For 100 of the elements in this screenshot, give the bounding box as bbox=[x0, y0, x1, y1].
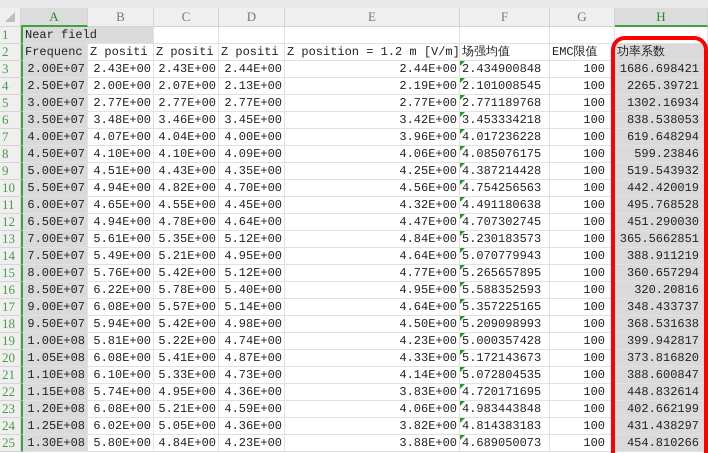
table-cell: 5.50E+07 bbox=[21, 180, 88, 197]
table-cell: 5.35E+00 bbox=[154, 231, 219, 248]
column-header[interactable]: C bbox=[154, 8, 219, 27]
row-header[interactable]: 11 bbox=[0, 197, 21, 214]
table-cell: 4.64E+00 bbox=[285, 299, 460, 316]
table-cell: 5.070779943 bbox=[460, 248, 550, 265]
table-cell: 4.720171695 bbox=[460, 384, 550, 401]
column-header[interactable]: B bbox=[88, 8, 154, 27]
row-header[interactable]: 8 bbox=[0, 146, 21, 163]
row-header[interactable]: 13 bbox=[0, 231, 21, 248]
row-header[interactable]: 20 bbox=[0, 350, 21, 367]
row-header[interactable]: 21 bbox=[0, 367, 21, 384]
row-header[interactable]: 6 bbox=[0, 112, 21, 129]
table-cell: 3.00E+07 bbox=[21, 95, 88, 112]
table-cell: 1.05E+08 bbox=[21, 350, 88, 367]
row-header[interactable]: 24 bbox=[0, 418, 21, 435]
row-header[interactable]: 2 bbox=[0, 44, 21, 61]
column-header[interactable]: A bbox=[21, 8, 88, 27]
table-cell: 4.689050073 bbox=[460, 435, 550, 452]
table-cell: 6.10E+00 bbox=[88, 367, 154, 384]
column-header[interactable]: H bbox=[615, 8, 708, 27]
table-cell: 4.23E+00 bbox=[285, 333, 460, 350]
row-header[interactable]: 3 bbox=[0, 61, 21, 78]
table-cell: 5.76E+00 bbox=[88, 265, 154, 282]
table-cell: 5.265657895 bbox=[460, 265, 550, 282]
table-cell: 4.94E+00 bbox=[88, 180, 154, 197]
row-header[interactable]: 14 bbox=[0, 248, 21, 265]
row-header[interactable]: 19 bbox=[0, 333, 21, 350]
row-header[interactable]: 16 bbox=[0, 282, 21, 299]
table-cell: 5.78E+00 bbox=[154, 282, 219, 299]
table-cell: 2.43E+00 bbox=[154, 61, 219, 78]
table-cell: 4.35E+00 bbox=[219, 163, 285, 180]
table-cell: 3.88E+00 bbox=[285, 435, 460, 452]
select-all-button[interactable] bbox=[0, 8, 21, 27]
table-cell: 6.22E+00 bbox=[88, 282, 154, 299]
column-header[interactable]: F bbox=[460, 8, 550, 27]
table-cell: 3.82E+00 bbox=[285, 418, 460, 435]
table-cell: 3.83E+00 bbox=[285, 384, 460, 401]
column-header[interactable]: G bbox=[550, 8, 615, 27]
row-header[interactable]: 5 bbox=[0, 95, 21, 112]
table-cell: 2.13E+00 bbox=[219, 78, 285, 95]
column-header[interactable]: D bbox=[219, 8, 285, 27]
table-cell: 4.55E+00 bbox=[154, 197, 219, 214]
table-cell: 5.40E+00 bbox=[219, 282, 285, 299]
empty-cell bbox=[219, 27, 285, 44]
table-cell: 2.77E+00 bbox=[88, 95, 154, 112]
table-cell: 9.00E+07 bbox=[21, 299, 88, 316]
row-header[interactable]: 15 bbox=[0, 265, 21, 282]
table-cell: 4.50E+00 bbox=[285, 316, 460, 333]
column-title-cell: Z positi bbox=[154, 44, 219, 61]
table-cell: 5.05E+00 bbox=[154, 418, 219, 435]
table-cell: 4.56E+00 bbox=[285, 180, 460, 197]
table-cell: 4.95E+00 bbox=[219, 248, 285, 265]
table-cell: 2.00E+00 bbox=[88, 78, 154, 95]
table-cell: 4.77E+00 bbox=[285, 265, 460, 282]
table-cell: 2.07E+00 bbox=[154, 78, 219, 95]
table-cell: 2.434900848 bbox=[460, 61, 550, 78]
table-cell: 1.15E+08 bbox=[21, 384, 88, 401]
row-header[interactable]: 4 bbox=[0, 78, 21, 95]
column-title-cell: 场强均值 bbox=[460, 44, 550, 61]
table-cell: 4.47E+00 bbox=[285, 214, 460, 231]
table-cell: 4.07E+00 bbox=[88, 129, 154, 146]
table-cell: 4.983443848 bbox=[460, 401, 550, 418]
table-cell: 1.20E+08 bbox=[21, 401, 88, 418]
table-cell: 4.085076175 bbox=[460, 146, 550, 163]
table-cell: 4.74E+00 bbox=[219, 333, 285, 350]
table-cell: 2.50E+07 bbox=[21, 78, 88, 95]
table-cell: 8.50E+07 bbox=[21, 282, 88, 299]
table-cell: 4.00E+07 bbox=[21, 129, 88, 146]
table-cell: 6.08E+00 bbox=[88, 299, 154, 316]
row-header[interactable]: 12 bbox=[0, 214, 21, 231]
table-cell: 4.84E+00 bbox=[154, 435, 219, 452]
table-cell: 3.45E+00 bbox=[219, 112, 285, 129]
table-cell: 4.387214428 bbox=[460, 163, 550, 180]
table-cell: 4.59E+00 bbox=[219, 401, 285, 418]
table-cell: 5.14E+00 bbox=[219, 299, 285, 316]
table-cell: 4.95E+00 bbox=[154, 384, 219, 401]
column-title-cell: Z position = 1.2 m [V/m] bbox=[285, 44, 460, 61]
table-cell: 4.64E+00 bbox=[219, 214, 285, 231]
row-header[interactable]: 18 bbox=[0, 316, 21, 333]
row-header[interactable]: 7 bbox=[0, 129, 21, 146]
row-header[interactable]: 23 bbox=[0, 401, 21, 418]
row-header[interactable]: 10 bbox=[0, 180, 21, 197]
row-header[interactable]: 22 bbox=[0, 384, 21, 401]
row-header[interactable]: 9 bbox=[0, 163, 21, 180]
table-cell: 1.25E+08 bbox=[21, 418, 88, 435]
row-header[interactable]: 1 bbox=[0, 27, 21, 44]
column-title-cell: Z positi bbox=[88, 44, 154, 61]
table-cell: 4.50E+07 bbox=[21, 146, 88, 163]
table-cell: 4.65E+00 bbox=[88, 197, 154, 214]
table-cell: 5.81E+00 bbox=[88, 333, 154, 350]
table-cell: 4.36E+00 bbox=[219, 418, 285, 435]
row-header[interactable]: 25 bbox=[0, 435, 21, 452]
table-cell: 2.43E+00 bbox=[88, 61, 154, 78]
table-cell: 4.33E+00 bbox=[285, 350, 460, 367]
empty-cell bbox=[550, 27, 615, 44]
column-header[interactable]: E bbox=[285, 8, 460, 27]
table-cell: 3.42E+00 bbox=[285, 112, 460, 129]
table-cell: 4.36E+00 bbox=[219, 384, 285, 401]
row-header[interactable]: 17 bbox=[0, 299, 21, 316]
